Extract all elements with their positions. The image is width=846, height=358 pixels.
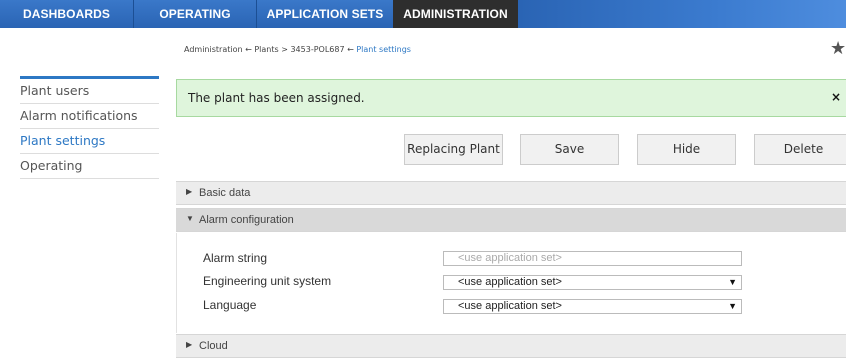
engineering-unit-system-value: <use application set> xyxy=(458,276,562,288)
sidebar-item-plant-settings[interactable]: Plant settings xyxy=(20,129,159,154)
tab-operating[interactable]: OPERATING xyxy=(134,0,256,28)
nav-fill xyxy=(518,0,846,28)
language-value: <use application set> xyxy=(458,300,562,312)
breadcrumb-administration[interactable]: Administration xyxy=(184,45,243,54)
sidebar-item-alarm-notifications[interactable]: Alarm notifications xyxy=(20,104,159,129)
engineering-unit-system-label: Engineering unit system xyxy=(203,274,332,288)
section-basic-data-label: Basic data xyxy=(199,187,251,199)
tab-administration[interactable]: ADMINISTRATION xyxy=(393,0,518,28)
breadcrumb-current: Plant settings xyxy=(356,45,411,54)
star-icon[interactable]: ★ xyxy=(830,40,846,58)
sidebar-item-operating[interactable]: Operating xyxy=(20,154,159,179)
language-select[interactable]: <use application set> ▼ xyxy=(443,299,742,314)
breadcrumb-plant-id[interactable]: 3453-POL687 xyxy=(290,45,344,54)
alarm-string-label: Alarm string xyxy=(203,251,268,265)
section-basic-data[interactable]: ▶ Basic data xyxy=(176,181,846,205)
tab-dashboards[interactable]: DASHBOARDS xyxy=(0,0,133,28)
sidebar-item-plant-users[interactable]: Plant users xyxy=(20,79,159,104)
save-button[interactable]: Save xyxy=(520,134,619,165)
breadcrumb: Administration ← Plants > 3453-POL687 ← … xyxy=(184,45,411,54)
alarm-string-input[interactable]: <use application set> xyxy=(443,251,742,266)
section-cloud-label: Cloud xyxy=(199,340,228,352)
alert-message: The plant has been assigned. xyxy=(188,91,365,105)
section-cloud[interactable]: ▶ Cloud xyxy=(176,334,846,358)
hide-button[interactable]: Hide xyxy=(637,134,736,165)
section-alarm-configuration-label: Alarm configuration xyxy=(199,214,294,226)
language-label: Language xyxy=(203,298,257,312)
success-alert: The plant has been assigned. × xyxy=(176,79,846,117)
replacing-plant-button[interactable]: Replacing Plant xyxy=(404,134,503,165)
breadcrumb-separator: ← xyxy=(245,45,252,54)
dropdown-arrow-icon: ▼ xyxy=(728,277,737,287)
engineering-unit-system-select[interactable]: <use application set> ▼ xyxy=(443,275,742,290)
close-icon[interactable]: × xyxy=(831,90,841,104)
dropdown-arrow-icon: ▼ xyxy=(728,301,737,311)
delete-button[interactable]: Delete xyxy=(754,134,846,165)
breadcrumb-plants[interactable]: Plants xyxy=(254,45,278,54)
caret-right-icon: ▶ xyxy=(186,340,193,349)
breadcrumb-separator: > xyxy=(281,45,288,54)
sidebar: Plant users Alarm notifications Plant se… xyxy=(20,76,159,179)
section-alarm-configuration[interactable]: ▼ Alarm configuration xyxy=(176,208,846,232)
alarm-configuration-panel: Alarm string <use application set> Engin… xyxy=(176,233,846,333)
tab-application-sets[interactable]: APPLICATION SETS xyxy=(257,0,393,28)
caret-down-icon: ▼ xyxy=(186,214,194,223)
breadcrumb-separator: ← xyxy=(347,45,354,54)
top-navigation: DASHBOARDS OPERATING APPLICATION SETS AD… xyxy=(0,0,846,28)
caret-right-icon: ▶ xyxy=(186,187,193,196)
